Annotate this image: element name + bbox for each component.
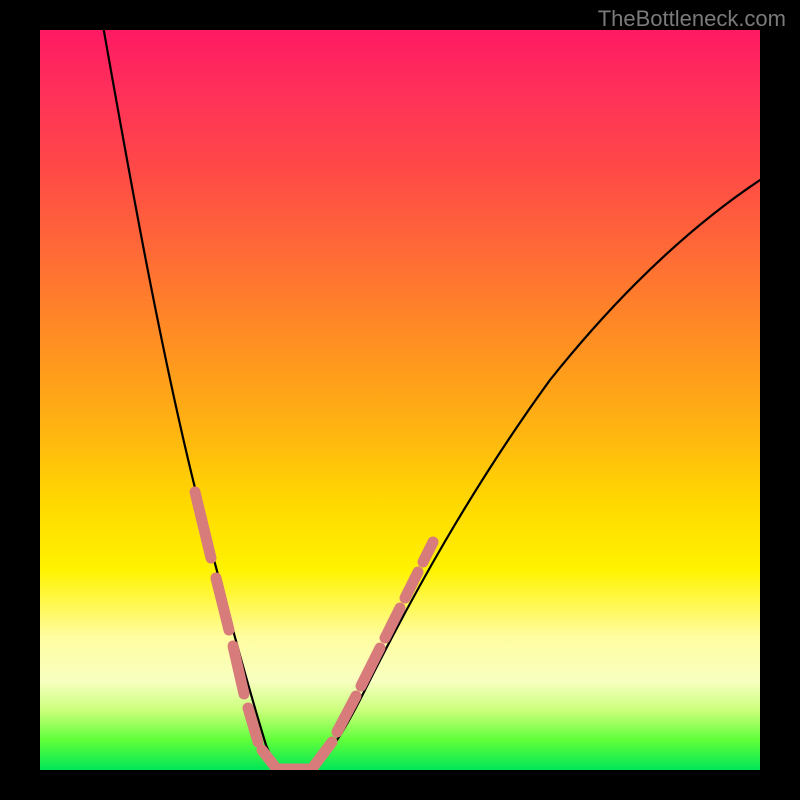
- highlight-seg-l2: [216, 578, 229, 630]
- watermark-text: TheBottleneck.com: [598, 6, 786, 32]
- highlight-seg-r1: [314, 742, 332, 766]
- bottleneck-curve: [40, 30, 760, 770]
- highlight-seg-l3: [233, 646, 244, 694]
- highlight-seg-r4: [385, 608, 400, 638]
- chart-frame: TheBottleneck.com: [0, 0, 800, 800]
- highlight-seg-l1: [195, 492, 211, 558]
- curve-right-branch: [302, 180, 760, 770]
- plot-gradient-background: [40, 30, 760, 770]
- highlight-seg-r6: [423, 542, 433, 562]
- highlight-seg-l5: [262, 750, 276, 768]
- curve-left-branch: [102, 30, 290, 770]
- plot-area-border: [40, 30, 760, 770]
